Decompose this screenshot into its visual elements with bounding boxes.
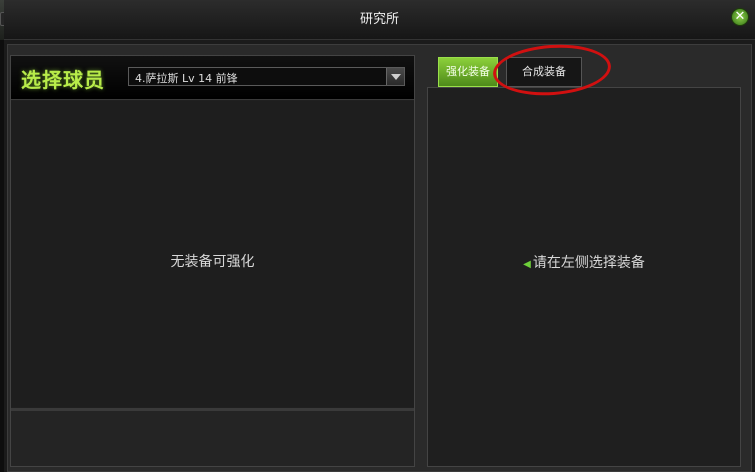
player-select-value: 4.萨拉斯 Lv 14 前锋 xyxy=(135,72,238,85)
close-icon[interactable]: ✕ xyxy=(731,8,749,26)
select-equipment-hint-text: 请在左侧选择装备 xyxy=(532,255,645,271)
empty-equipment-message: 无装备可强化 xyxy=(170,254,255,270)
screen: 研究所 ✕ 选择球员 4.萨拉斯 Lv 14 前锋 无装备可强化 强化装备 合成… xyxy=(0,0,755,472)
select-player-title: 选择球员 xyxy=(21,68,105,92)
dialog-titlebar: 研究所 ✕ xyxy=(4,0,755,40)
tab-enhance-equipment[interactable]: 强化装备 xyxy=(438,57,498,87)
equipment-detail-panel: ◀ 请在左侧选择装备 xyxy=(427,87,741,467)
player-panel-footer xyxy=(11,408,414,466)
left-triangle-icon: ◀ xyxy=(523,259,531,270)
equipment-list: 无装备可强化 xyxy=(11,101,414,407)
player-panel: 选择球员 4.萨拉斯 Lv 14 前锋 无装备可强化 xyxy=(10,55,415,467)
player-select-dropdown[interactable]: 4.萨拉斯 Lv 14 前锋 xyxy=(128,67,405,86)
tab-synthesize-equipment[interactable]: 合成装备 xyxy=(506,57,582,87)
player-panel-header: 选择球员 4.萨拉斯 Lv 14 前锋 xyxy=(11,56,414,100)
select-equipment-hint: ◀ 请在左侧选择装备 xyxy=(428,252,740,272)
chevron-down-icon[interactable] xyxy=(386,68,404,85)
dialog-title: 研究所 xyxy=(359,12,399,27)
